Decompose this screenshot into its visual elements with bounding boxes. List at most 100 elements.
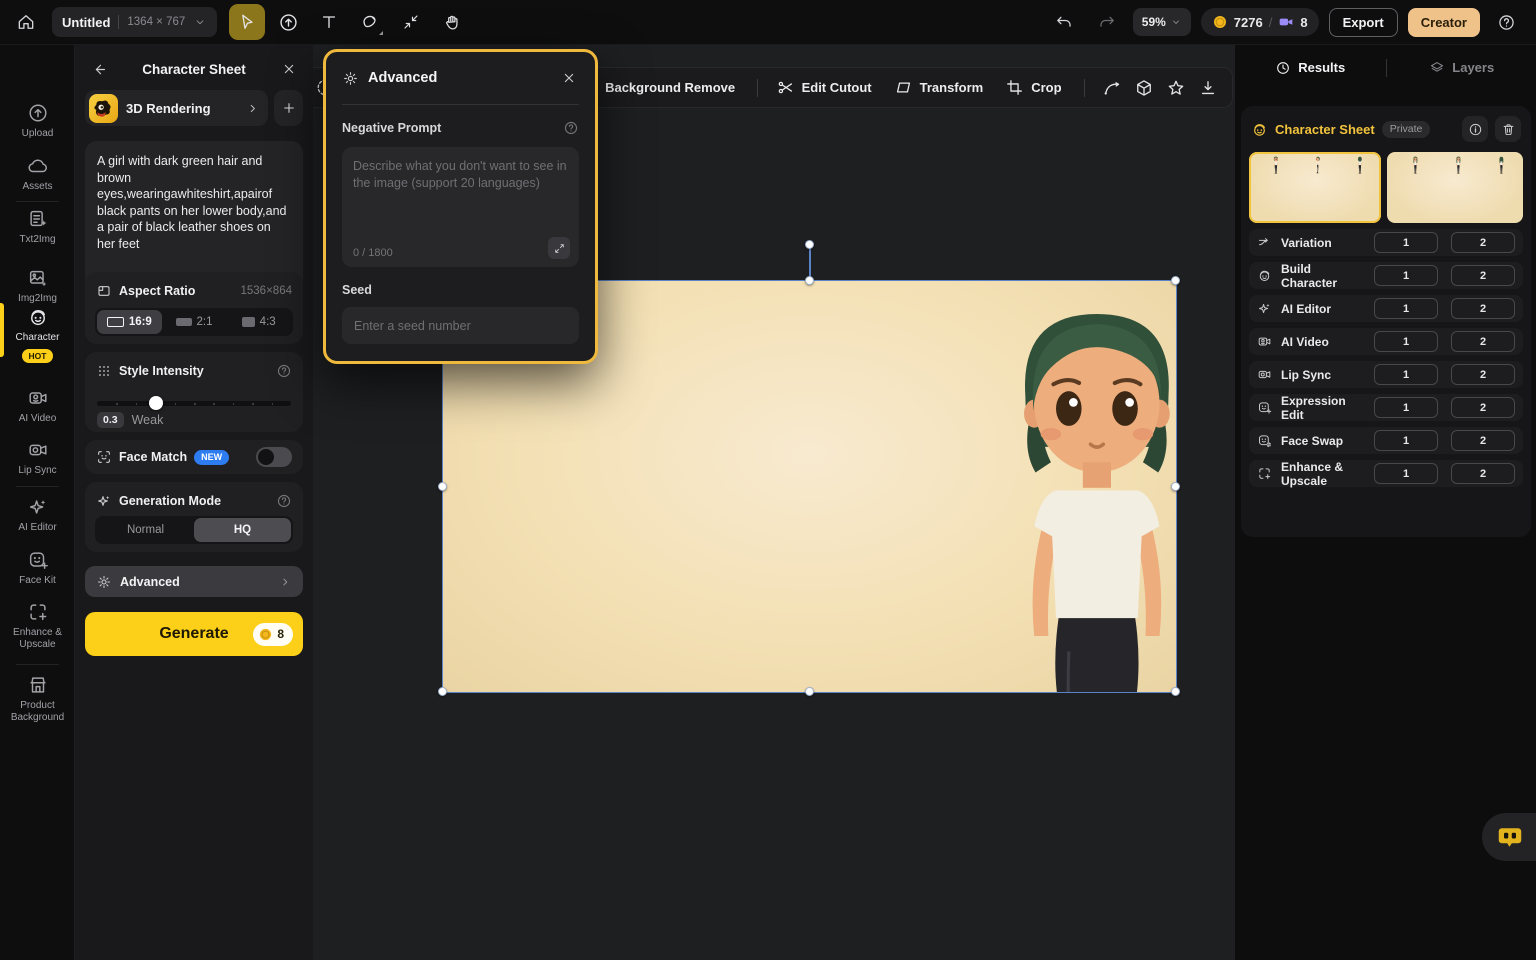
ai-video-button-2[interactable]: 2 — [1451, 331, 1515, 352]
cube-icon — [1134, 78, 1154, 98]
delete-button[interactable] — [1495, 116, 1521, 142]
build-character-button-2[interactable]: 2 — [1451, 265, 1515, 286]
variation-button-2[interactable]: 2 — [1451, 232, 1515, 253]
add-style-button[interactable] — [274, 90, 303, 126]
sidebar-item-upload[interactable]: Upload — [0, 102, 75, 140]
resize-handle-sw[interactable] — [438, 687, 447, 696]
favorite-button[interactable] — [1166, 75, 1186, 101]
aspect-option-16-9[interactable]: 16:9 — [97, 310, 162, 334]
sidebar-item-character[interactable]: Character HOT — [0, 306, 75, 363]
lip-sync-button-2[interactable]: 2 — [1451, 364, 1515, 385]
enhance-upscale-button-2[interactable]: 2 — [1451, 463, 1515, 484]
build-character-button-1[interactable]: 1 — [1374, 265, 1438, 286]
advanced-settings-button[interactable]: Advanced — [85, 566, 303, 597]
ratio-4-3-icon — [242, 317, 255, 327]
3d-button[interactable] — [1134, 75, 1154, 101]
toolbar-label: Crop — [1031, 80, 1061, 95]
sidebar-item-face-kit[interactable]: Face Kit — [0, 549, 75, 587]
support-chat-button[interactable] — [1482, 813, 1536, 861]
edit-cutout-button[interactable]: Edit Cutout — [776, 78, 872, 97]
face-swap-button-2[interactable]: 2 — [1451, 430, 1515, 451]
redo-button[interactable] — [1091, 6, 1123, 38]
sidebar-item-product-background[interactable]: Product Background — [0, 674, 75, 724]
text-tool-button[interactable] — [311, 4, 347, 40]
action-row-build-character: Build Character 1 2 — [1249, 262, 1523, 289]
slider-knob[interactable] — [149, 396, 163, 410]
help-button[interactable] — [1490, 6, 1522, 38]
action-row-variation: Variation 1 2 — [1249, 229, 1523, 256]
aspect-option-2-1[interactable]: 2:1 — [162, 310, 227, 334]
style-intensity-slider[interactable] — [97, 396, 291, 410]
layers-icon — [1429, 60, 1445, 76]
resize-handle-s[interactable] — [805, 687, 814, 696]
resize-handle-ne[interactable] — [1171, 276, 1180, 285]
resize-handle-n[interactable] — [805, 276, 814, 285]
question-icon[interactable] — [276, 493, 292, 509]
mode-option-hq[interactable]: HQ — [194, 518, 291, 542]
upload-tool-button[interactable] — [270, 4, 306, 40]
ai-video-button-1[interactable]: 1 — [1374, 331, 1438, 352]
export-button[interactable]: Export — [1329, 8, 1398, 37]
creator-button[interactable]: Creator — [1408, 8, 1480, 37]
question-icon[interactable] — [563, 120, 579, 136]
face-match-label: Face Match — [119, 450, 187, 464]
crop-button[interactable]: Crop — [1005, 78, 1061, 97]
sidebar-item-enhance-upscale[interactable]: Enhance & Upscale — [0, 601, 75, 651]
expand-negative-prompt-button[interactable] — [548, 237, 570, 259]
back-button[interactable] — [89, 59, 109, 79]
undo-button[interactable] — [1049, 6, 1081, 38]
mode-option-normal[interactable]: Normal — [97, 518, 194, 542]
action-row-ai-video: AI Video 1 2 — [1249, 328, 1523, 355]
curve-button[interactable] — [1102, 75, 1122, 101]
sidebar-item-ai-editor[interactable]: AI Editor — [0, 496, 75, 534]
rotation-handle[interactable] — [805, 240, 814, 249]
resize-handle-e[interactable] — [1171, 482, 1180, 491]
download-button[interactable] — [1198, 75, 1218, 101]
tab-results[interactable]: Results — [1235, 60, 1386, 76]
ai-editor-button-1[interactable]: 1 — [1374, 298, 1438, 319]
result-thumbnail-2[interactable] — [1387, 152, 1523, 223]
sidebar-item-ai-video[interactable]: AI Video — [0, 387, 75, 425]
credits-indicator[interactable]: 7276 / 8 — [1201, 8, 1319, 36]
generate-button[interactable]: Generate 8 — [85, 612, 303, 656]
variation-button-1[interactable]: 1 — [1374, 232, 1438, 253]
style-selector[interactable]: 3D Rendering — [85, 90, 268, 126]
close-icon — [281, 61, 297, 77]
seed-input[interactable] — [342, 307, 579, 344]
enhance-upscale-button-1[interactable]: 1 — [1374, 463, 1438, 484]
result-thumbnail-1[interactable] — [1249, 152, 1381, 223]
document-chip[interactable]: Untitled 1364 × 767 — [52, 7, 217, 37]
face-match-toggle[interactable] — [256, 447, 292, 467]
negative-prompt-counter: 0 / 1800 — [353, 247, 393, 259]
hand-tool-button[interactable] — [434, 4, 470, 40]
background-remove-button[interactable]: Background Remove — [579, 78, 735, 97]
lip-sync-button-1[interactable]: 1 — [1374, 364, 1438, 385]
resize-handle-se[interactable] — [1171, 687, 1180, 696]
info-button[interactable] — [1462, 116, 1488, 142]
fit-view-button[interactable] — [393, 4, 429, 40]
sidebar-item-assets[interactable]: Assets — [0, 155, 75, 193]
home-button[interactable] — [10, 6, 42, 38]
creator-label: Creator — [1421, 15, 1467, 30]
close-popup-button[interactable] — [559, 68, 579, 88]
sidebar-item-img2img[interactable]: Img2Img — [0, 267, 75, 305]
tab-layers[interactable]: Layers — [1387, 60, 1536, 76]
close-panel-button[interactable] — [279, 59, 299, 79]
expression-edit-button-2[interactable]: 2 — [1451, 397, 1515, 418]
transform-button[interactable]: Transform — [894, 78, 984, 97]
aspect-option-4-3[interactable]: 4:3 — [226, 310, 291, 334]
negative-prompt-input[interactable] — [353, 158, 568, 218]
select-tool-icon — [237, 12, 257, 32]
draw-tool-button[interactable] — [352, 4, 388, 40]
face-swap-button-1[interactable]: 1 — [1374, 430, 1438, 451]
expression-edit-button-1[interactable]: 1 — [1374, 397, 1438, 418]
resize-handle-w[interactable] — [438, 482, 447, 491]
chevron-right-icon — [245, 101, 260, 116]
sidebar-item-txt2img[interactable]: Txt2Img — [0, 208, 75, 246]
ai-editor-button-2[interactable]: 2 — [1451, 298, 1515, 319]
sidebar-item-lip-sync[interactable]: Lip Sync — [0, 439, 75, 477]
select-tool-button[interactable] — [229, 4, 265, 40]
aspect-ratio-icon — [96, 283, 112, 299]
question-icon[interactable] — [276, 363, 292, 379]
zoom-level-dropdown[interactable]: 59% — [1133, 8, 1191, 36]
